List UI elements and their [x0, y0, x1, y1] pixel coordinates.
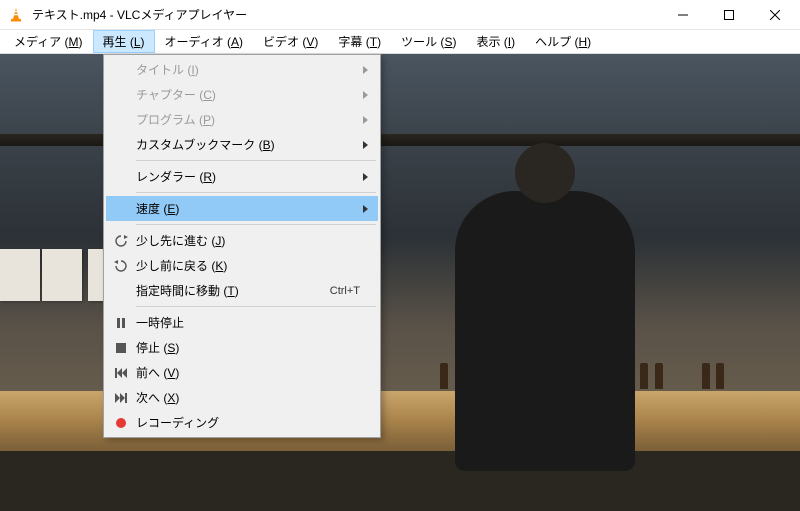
minimize-button[interactable] [660, 0, 706, 30]
menu-item-label: 停止 (S) [132, 339, 370, 356]
menu-item-label: 次へ (X) [132, 389, 370, 406]
menu-item-label: チャプター (C) [132, 86, 370, 103]
jump-back-icon [110, 260, 132, 272]
menu-separator [136, 224, 376, 225]
menu-item-指定時間に移動[interactable]: 指定時間に移動 (T)Ctrl+T [106, 278, 378, 303]
menu-item-label: カスタムブックマーク (B) [132, 136, 370, 153]
menu-item-タイトル: タイトル (I) [106, 57, 378, 82]
menu-item-label: 少し前に戻る (K) [132, 257, 370, 274]
menu-item-チャプター: チャプター (C) [106, 82, 378, 107]
prev-icon [110, 368, 132, 378]
submenu-arrow-icon [363, 205, 368, 213]
submenu-arrow-icon [363, 173, 368, 181]
menu-表示[interactable]: 表示 (I) [466, 30, 525, 53]
menu-ヘルプ[interactable]: ヘルプ (H) [525, 30, 601, 53]
playback-menu-dropdown: タイトル (I) チャプター (C) プログラム (P) カスタムブックマーク (B)… [103, 54, 381, 438]
submenu-arrow-icon [363, 66, 368, 74]
menu-ビデオ[interactable]: ビデオ (V) [253, 30, 328, 53]
menu-item-shortcut: Ctrl+T [330, 285, 370, 297]
menu-separator [136, 192, 376, 193]
menu-item-停止[interactable]: 停止 (S) [106, 335, 378, 360]
menu-字幕[interactable]: 字幕 (T) [328, 30, 391, 53]
title-bar: テキスト.mp4 - VLCメディアプレイヤー [0, 0, 800, 30]
record-icon [110, 418, 132, 428]
menu-item-一時停止[interactable]: 一時停止 [106, 310, 378, 335]
menu-item-label: レンダラー (R) [132, 168, 370, 185]
menu-item-label: 前へ (V) [132, 364, 370, 381]
menu-item-label: 指定時間に移動 (T) [132, 282, 330, 299]
menu-separator [136, 160, 376, 161]
menu-item-少し前に戻る[interactable]: 少し前に戻る (K) [106, 253, 378, 278]
menu-item-label: レコーディング [132, 414, 370, 431]
menu-item-label: 一時停止 [132, 314, 370, 331]
stop-icon [110, 343, 132, 353]
submenu-arrow-icon [363, 91, 368, 99]
menu-item-プログラム: プログラム (P) [106, 107, 378, 132]
submenu-arrow-icon [363, 141, 368, 149]
menu-item-label: 速度 (E) [132, 200, 370, 217]
menu-item-label: 少し先に進む (J) [132, 232, 370, 249]
maximize-button[interactable] [706, 0, 752, 30]
menu-separator [136, 306, 376, 307]
menu-オーディオ[interactable]: オーディオ (A) [155, 30, 254, 53]
menu-再生[interactable]: 再生 (L) [93, 30, 155, 53]
menu-bar: メディア (M)再生 (L)オーディオ (A)ビデオ (V)字幕 (T)ツール … [0, 30, 800, 54]
menu-item-label: プログラム (P) [132, 111, 370, 128]
menu-メディア[interactable]: メディア (M) [4, 30, 93, 53]
menu-item-レコーディング[interactable]: レコーディング [106, 410, 378, 435]
window-title: テキスト.mp4 - VLCメディアプレイヤー [32, 6, 660, 23]
menu-item-少し先に進む[interactable]: 少し先に進む (J) [106, 228, 378, 253]
submenu-arrow-icon [363, 116, 368, 124]
next-icon [110, 393, 132, 403]
menu-item-次へ[interactable]: 次へ (X) [106, 385, 378, 410]
menu-item-前へ[interactable]: 前へ (V) [106, 360, 378, 385]
pause-icon [110, 318, 132, 328]
menu-item-カスタムブックマーク[interactable]: カスタムブックマーク (B) [106, 132, 378, 157]
menu-item-レンダラー[interactable]: レンダラー (R) [106, 164, 378, 189]
menu-item-速度[interactable]: 速度 (E) [106, 196, 378, 221]
jump-fwd-icon [110, 235, 132, 247]
vlc-icon [8, 7, 24, 23]
menu-ツール[interactable]: ツール (S) [391, 30, 466, 53]
close-button[interactable] [752, 0, 798, 30]
menu-item-label: タイトル (I) [132, 61, 370, 78]
